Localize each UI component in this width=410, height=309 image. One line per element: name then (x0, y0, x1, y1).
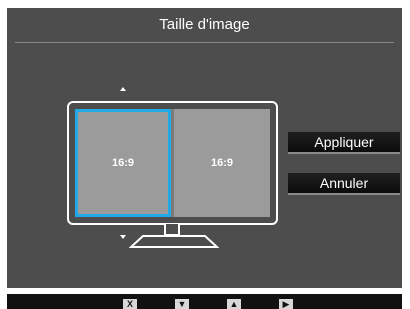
cancel-button[interactable]: Annuler (288, 173, 400, 195)
scroll-down-arrow-icon[interactable] (120, 235, 126, 239)
close-key-icon[interactable]: X (123, 299, 137, 309)
up-key-icon[interactable]: ▲ (227, 299, 241, 309)
monitor-screen: 16:9 16:9 (75, 109, 270, 217)
aspect-option-left[interactable]: 16:9 (75, 109, 171, 217)
monitor-preview: 16:9 16:9 (67, 101, 278, 225)
aspect-label-left: 16:9 (111, 157, 135, 169)
apply-button[interactable]: Appliquer (288, 132, 400, 154)
down-key-icon[interactable]: ▼ (175, 299, 189, 309)
aspect-label-right: 16:9 (210, 157, 234, 169)
enter-key-icon[interactable]: ▶ (279, 299, 293, 309)
key-guide-bar: X ▼ ▲ ▶ (7, 294, 402, 309)
osd-menu: Taille d'image 16:9 16:9 Appliquer Annul… (7, 8, 402, 288)
scroll-up-arrow-icon[interactable] (120, 87, 126, 91)
menu-title: Taille d'image (159, 16, 250, 33)
monitor-stand-base (129, 235, 219, 248)
aspect-option-right[interactable]: 16:9 (174, 109, 270, 217)
title-divider (15, 42, 394, 43)
